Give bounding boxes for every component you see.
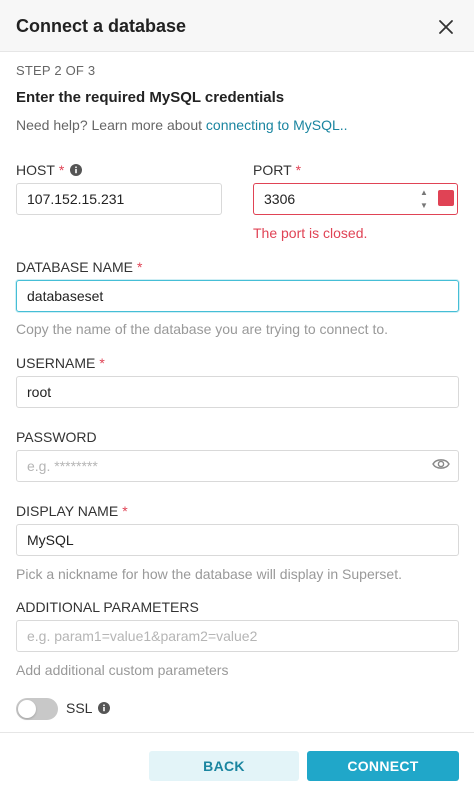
eye-icon[interactable] [432, 457, 450, 471]
display-name-label: DISPLAY NAME * [16, 503, 128, 519]
database-name-helper: Copy the name of the database you are tr… [16, 321, 389, 337]
required-marker: * [136, 259, 143, 275]
required-marker: * [295, 162, 302, 178]
port-error: The port is closed. [253, 225, 368, 241]
required-marker: * [58, 162, 65, 178]
display-name-helper: Pick a nickname for how the database wil… [16, 566, 402, 582]
display-name-input[interactable] [16, 524, 459, 556]
modal-title: Connect a database [16, 16, 187, 36]
connect-button[interactable]: CONNECT [307, 751, 459, 781]
display-name-label-text: DISPLAY NAME [16, 503, 119, 519]
host-label: HOST * [16, 162, 83, 178]
help-link[interactable]: connecting to MySQL.. [206, 117, 348, 133]
ssl-label: SSL [66, 700, 111, 716]
database-name-label: DATABASE NAME * [16, 259, 142, 275]
stepper-down-icon[interactable]: ▼ [417, 200, 431, 211]
info-icon[interactable] [70, 164, 83, 176]
password-label-text: PASSWORD [16, 429, 97, 445]
back-button[interactable]: BACK [149, 751, 299, 781]
form-heading: Enter the required MySQL credentials [16, 89, 285, 106]
modal-footer: BACK CONNECT [0, 732, 474, 796]
additional-parameters-label-text: ADDITIONAL PARAMETERS [16, 599, 199, 615]
port-label-text: PORT [253, 162, 292, 178]
ssl-toggle[interactable] [16, 698, 58, 720]
username-input[interactable] [16, 376, 459, 408]
host-input[interactable] [16, 183, 222, 215]
port-label: PORT * [253, 162, 301, 178]
ssl-label-text: SSL [66, 700, 93, 716]
required-marker: * [99, 355, 105, 371]
database-name-input[interactable] [16, 280, 459, 312]
close-icon[interactable] [434, 15, 458, 39]
modal-header: Connect a database [0, 0, 474, 52]
port-stepper[interactable]: ▲ ▼ [417, 187, 431, 211]
additional-parameters-input[interactable] [16, 620, 459, 652]
toggle-knob [18, 700, 36, 718]
database-name-label-text: DATABASE NAME [16, 259, 133, 275]
additional-parameters-helper: Add additional custom parameters [16, 662, 229, 678]
required-marker: * [122, 503, 128, 519]
password-input[interactable] [16, 450, 459, 482]
username-label-text: USERNAME [16, 355, 96, 371]
stepper-up-icon[interactable]: ▲ [417, 187, 431, 198]
step-indicator: STEP 2 OF 3 [16, 63, 96, 78]
additional-parameters-label: ADDITIONAL PARAMETERS [16, 599, 199, 615]
info-icon[interactable] [98, 702, 111, 714]
help-text: Need help? Learn more about connecting t… [16, 117, 348, 133]
host-label-text: HOST [16, 162, 55, 178]
help-prefix: Need help? Learn more about [16, 117, 206, 133]
password-label: PASSWORD [16, 429, 97, 445]
username-label: USERNAME * [16, 355, 105, 371]
error-indicator [438, 190, 454, 206]
